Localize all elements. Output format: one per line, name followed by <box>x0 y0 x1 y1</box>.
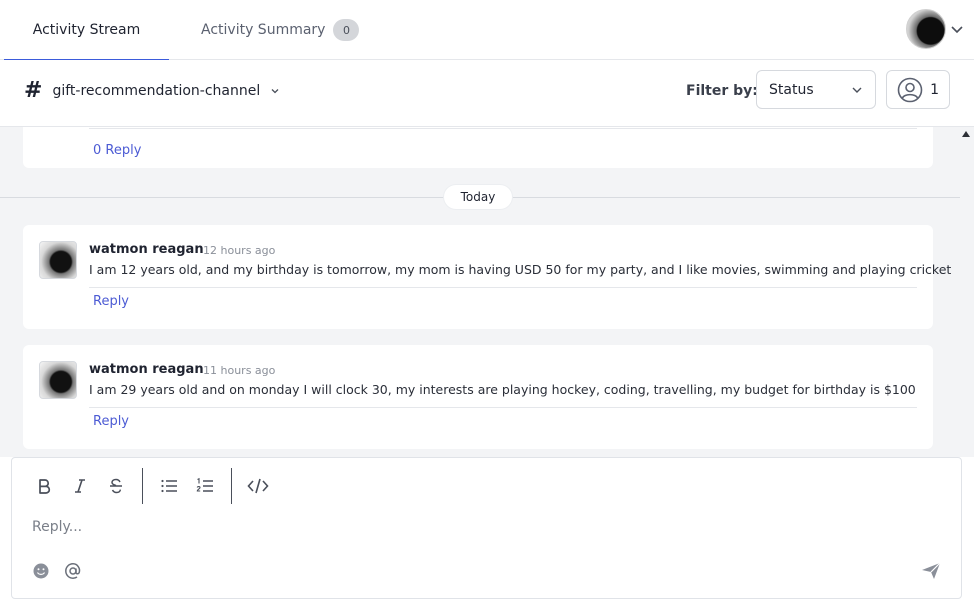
filter-label: Filter by: <box>686 83 758 99</box>
divider <box>89 407 917 408</box>
status-filter-select[interactable]: Status <box>756 70 876 109</box>
send-button[interactable] <box>921 562 941 584</box>
bullet-list-icon <box>161 479 177 493</box>
toolbar-divider <box>142 468 143 504</box>
message-author: watmon reagan <box>89 242 204 257</box>
reply-input[interactable] <box>32 516 932 538</box>
bullet-list-button[interactable] <box>151 468 187 504</box>
message-card: watmon reagan 11 hours ago I am 29 years… <box>23 345 933 449</box>
user-avatar <box>906 9 946 49</box>
message-timestamp: 12 hours ago <box>203 244 276 257</box>
reply-link[interactable]: Reply <box>93 414 129 429</box>
numbered-list-button[interactable] <box>187 468 223 504</box>
divider <box>89 287 917 288</box>
chevron-down-icon <box>852 87 862 93</box>
members-button[interactable]: 1 <box>886 70 950 109</box>
numbered-list-icon <box>196 477 213 492</box>
scroll-up-arrow-icon[interactable] <box>962 131 970 137</box>
strikethrough-button[interactable] <box>98 468 134 504</box>
tab-activity-summary[interactable]: Activity Summary 0 <box>201 0 360 60</box>
message-author: watmon reagan <box>89 362 204 377</box>
bold-button[interactable] <box>26 468 62 504</box>
mention-icon[interactable] <box>64 562 82 580</box>
activity-summary-count-badge: 0 <box>333 19 360 41</box>
channel-bar: # gift-recommendation-channel Filter by:… <box>0 60 974 127</box>
tab-activity-summary-label: Activity Summary <box>201 22 326 38</box>
bold-icon <box>39 479 51 494</box>
emoji-icon[interactable] <box>32 562 50 580</box>
send-icon <box>922 562 941 579</box>
italic-button[interactable] <box>62 468 98 504</box>
author-avatar <box>39 241 77 279</box>
reply-link[interactable]: Reply <box>93 294 129 309</box>
top-bar: Activity Stream Activity Summary 0 <box>0 0 974 61</box>
reply-composer <box>11 457 962 599</box>
strikethrough-icon <box>110 478 122 494</box>
date-divider-label: Today <box>444 185 512 209</box>
formatting-toolbar <box>26 468 276 504</box>
tab-activity-stream-label: Activity Stream <box>32 22 141 38</box>
hash-icon: # <box>24 78 43 103</box>
message-timestamp: 11 hours ago <box>203 364 276 377</box>
previous-message-card: 0 Reply <box>23 127 933 168</box>
toolbar-divider <box>231 468 232 504</box>
author-avatar <box>39 361 77 399</box>
chevron-down-icon <box>271 89 279 94</box>
composer-bottom-tools <box>32 562 82 580</box>
message-text: I am 29 years old and on monday I will c… <box>89 382 916 397</box>
message-text: I am 12 years old, and my birthday is to… <box>89 262 952 277</box>
message-card: watmon reagan 12 hours ago I am 12 years… <box>23 225 951 329</box>
divider <box>89 128 917 129</box>
chevron-down-icon <box>951 26 963 34</box>
code-icon <box>247 478 269 494</box>
channel-name: gift-recommendation-channel <box>52 83 261 99</box>
profile-menu[interactable] <box>906 9 964 49</box>
user-circle-icon <box>897 77 923 102</box>
italic-icon <box>75 479 85 493</box>
reply-count-link[interactable]: 0 Reply <box>93 143 141 158</box>
activity-feed[interactable]: 0 Reply Today watmon reagan 12 hours ago… <box>0 127 974 457</box>
channel-selector[interactable]: # gift-recommendation-channel <box>24 80 280 102</box>
code-button[interactable] <box>240 468 276 504</box>
members-count: 1 <box>930 81 939 98</box>
tab-activity-stream[interactable]: Activity Stream <box>4 0 169 61</box>
status-filter-value: Status <box>769 81 814 98</box>
